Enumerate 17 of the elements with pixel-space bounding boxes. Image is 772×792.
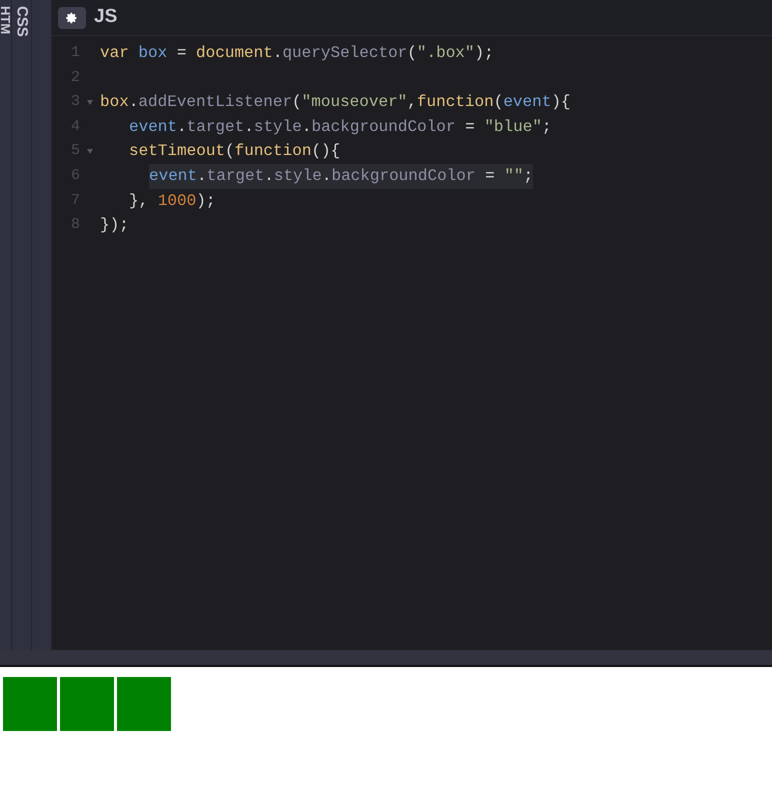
code-line: }); — [100, 215, 129, 236]
preview-box[interactable] — [3, 677, 57, 731]
resize-bar[interactable] — [0, 650, 772, 667]
settings-button[interactable] — [58, 6, 86, 28]
settings-icon — [66, 12, 78, 24]
panel-tab[interactable]: HTM — [0, 0, 11, 34]
panel-tab[interactable]: CSS — [12, 0, 32, 37]
code-line: var box = document.querySelector(".box"); — [100, 43, 494, 64]
code-line: box.addEventListener("mouseover",function(event){ — [100, 92, 571, 114]
code-line: setTimeout(function(){ — [129, 141, 340, 162]
preview-box[interactable] — [60, 677, 114, 731]
fold-icon[interactable] — [87, 100, 93, 105]
preview-box[interactable] — [117, 677, 171, 731]
editor-title: JS — [94, 5, 118, 30]
fold-icon[interactable] — [87, 149, 93, 154]
code-line: }, 1000); — [129, 190, 216, 212]
code-line: event.target.style.backgroundColor = "blue"; — [129, 116, 552, 138]
